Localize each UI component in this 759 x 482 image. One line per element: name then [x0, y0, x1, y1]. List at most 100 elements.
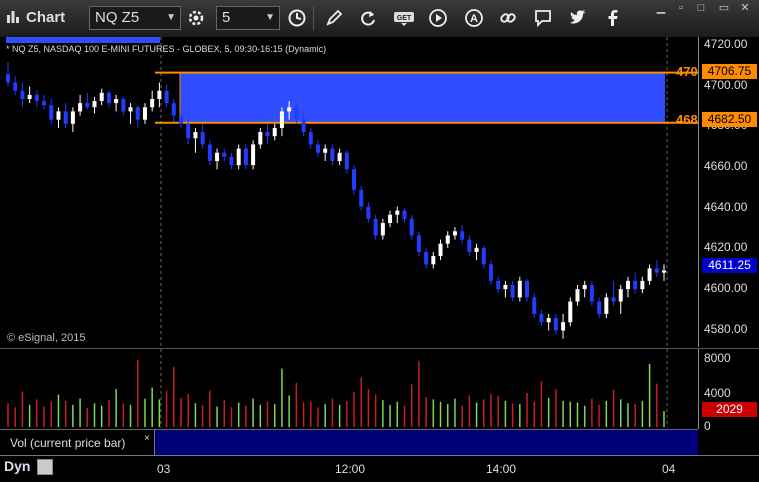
volume-tick: 8000	[704, 351, 731, 365]
candle-body	[575, 289, 580, 302]
candle-body	[294, 107, 299, 120]
candle-body	[78, 103, 83, 112]
candle-body	[114, 99, 119, 104]
lower-level-price-box: 4682.50	[702, 112, 757, 127]
candle-body	[56, 111, 61, 120]
candle-body	[142, 107, 147, 120]
candle-body	[409, 218, 414, 236]
current-price-box: 4611.25	[702, 258, 757, 273]
time-axis[interactable]: 03 12:00 14:00 04	[0, 455, 759, 482]
candle-body	[388, 214, 393, 223]
candle-body	[164, 90, 169, 104]
candle-body	[272, 127, 277, 137]
price-tick: 4720.00	[704, 37, 748, 51]
volume-tick: 4000	[704, 386, 731, 400]
time-tick: 04	[662, 462, 676, 476]
current-volume-box: 2029	[702, 402, 757, 417]
candle-body	[236, 148, 241, 166]
candle-body	[265, 132, 270, 137]
price-tick: 4620.00	[704, 240, 748, 254]
candle-body	[99, 92, 104, 102]
candle-body	[330, 148, 335, 161]
candle-body	[135, 107, 140, 120]
candle-body	[604, 297, 609, 314]
chart-window: Chart NQ Z5 ▼ 5 ▼ GET A ▁ ▫ □ ▭ ✕ * NQ Z…	[0, 0, 759, 482]
candle-body	[611, 297, 616, 302]
candle-body	[150, 99, 155, 108]
volume-study-label[interactable]: Vol (current price bar)	[0, 430, 155, 456]
candle-body	[179, 115, 184, 124]
price-tick: 4660.00	[704, 159, 748, 173]
candle-body	[438, 243, 443, 257]
price-tick: 4640.00	[704, 200, 748, 214]
candle-body	[503, 285, 508, 290]
candle-body	[287, 107, 292, 112]
candle-body	[229, 156, 234, 166]
candle-body	[157, 90, 162, 99]
candle-body	[128, 107, 133, 112]
candle-body	[92, 101, 97, 108]
candle-body	[215, 152, 220, 161]
candle-body	[539, 313, 544, 323]
candle-body	[647, 268, 652, 281]
chart-canvas	[6, 37, 698, 428]
candle-body	[460, 231, 465, 240]
candle-body	[222, 152, 227, 157]
candle-body	[589, 285, 594, 302]
candle-body	[633, 280, 638, 290]
candle-body	[445, 235, 450, 244]
candle-body	[63, 111, 68, 124]
study-label-bar: Vol (current price bar) ×	[0, 429, 698, 456]
chart-header: * NQ Z5, NASDAQ 100 E-MINI FUTURES - GLO…	[6, 44, 327, 54]
candle-body	[49, 105, 54, 120]
candle-body	[243, 148, 248, 166]
candle-body	[474, 247, 479, 252]
candle-body	[323, 148, 328, 153]
candle-body	[186, 123, 191, 139]
candle-body	[315, 144, 320, 153]
candle-body	[553, 318, 558, 331]
upper-level-price-box: 4706.75	[702, 64, 757, 79]
lower-level-label: 468	[676, 112, 698, 127]
candle-body	[481, 247, 486, 265]
candle-body	[344, 152, 349, 170]
candle-body	[597, 301, 602, 314]
candle-body	[395, 210, 400, 215]
close-study-icon[interactable]: ×	[144, 433, 150, 444]
candle-body	[251, 144, 256, 166]
watermark: © eSignal, 2015	[7, 332, 86, 344]
candle-body	[532, 297, 537, 314]
dynamic-mode-button[interactable]: Dyn	[4, 458, 30, 474]
price-tick: 4700.00	[704, 78, 748, 92]
candle-body	[42, 101, 47, 106]
candle-body	[452, 231, 457, 236]
candle-body	[301, 119, 306, 133]
candle-body	[207, 144, 212, 161]
candle-body	[431, 256, 436, 265]
time-tick: 14:00	[486, 462, 517, 476]
candle-body	[121, 99, 126, 112]
candle-body	[200, 132, 205, 145]
candle-body	[654, 268, 659, 273]
candle-body	[424, 251, 429, 265]
candle-body	[496, 280, 501, 290]
candle-body	[582, 285, 587, 290]
candle-body	[416, 235, 421, 252]
candle-body	[258, 132, 263, 145]
candle-body	[106, 92, 111, 104]
dynamic-settings-icon[interactable]	[37, 459, 53, 475]
price-tick: 4600.00	[704, 281, 748, 295]
candle-body	[488, 264, 493, 281]
candle-body	[517, 280, 522, 298]
candle-body	[568, 301, 573, 323]
candle-body	[380, 223, 385, 236]
candle-body	[467, 239, 472, 252]
candle-body	[308, 132, 313, 145]
time-tick: 12:00	[335, 462, 366, 476]
candle-body	[359, 189, 364, 207]
candle-body	[625, 280, 630, 290]
candle-body	[525, 280, 530, 298]
candle-body	[27, 94, 32, 99]
candle-body	[337, 152, 342, 161]
price-tick: 4580.00	[704, 322, 748, 336]
